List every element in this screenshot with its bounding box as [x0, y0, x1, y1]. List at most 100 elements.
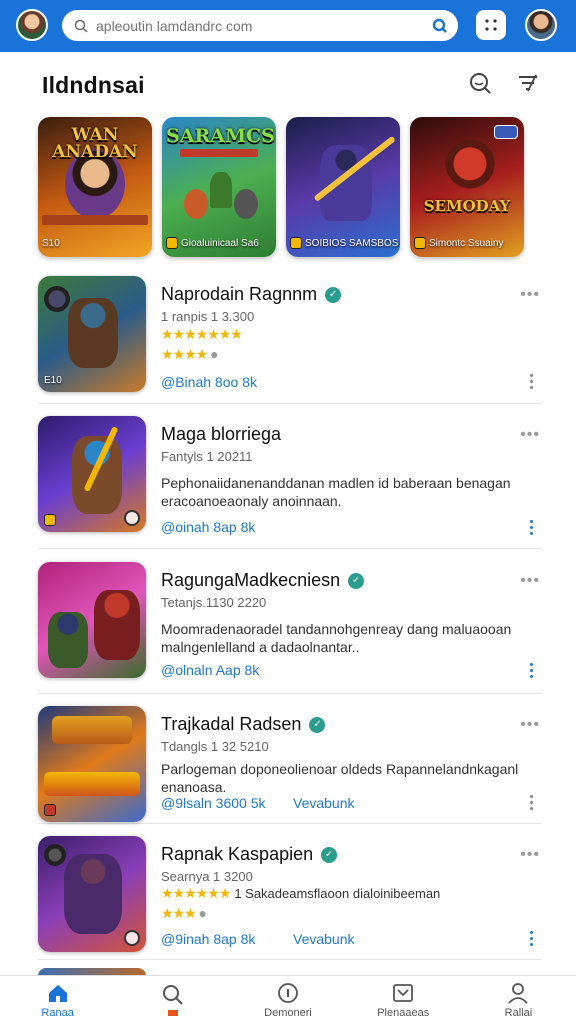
- kebab-icon[interactable]: [528, 931, 534, 946]
- bottom-nav: Ranaa Demoneri Plenaaeas Rallai: [0, 975, 576, 1024]
- featured-title: SARAMCS: [166, 125, 275, 147]
- more-icon[interactable]: •••: [520, 716, 540, 734]
- stars-value: ★★★: [161, 905, 197, 921]
- rating-stars: ★★★★★★★: [161, 326, 243, 342]
- nav-label: Rallai: [504, 1006, 533, 1019]
- featured-subtitle: Gioaluinicaal Sa6: [181, 237, 259, 249]
- featured-subtitle-row: Gioaluinicaal Sa6: [166, 237, 259, 249]
- app-name: Trajkadal Radsen: [161, 714, 302, 734]
- list-item[interactable]: E10 Naprodain Ragnnm ✓ ••• 1 ranpis 1 3.…: [38, 272, 542, 404]
- app-name-row: Trajkadal Radsen ✓: [161, 714, 326, 735]
- featured-banner: [42, 215, 148, 225]
- more-icon[interactable]: •••: [520, 846, 540, 864]
- badge-icon: [44, 514, 56, 526]
- profile-icon: [506, 982, 530, 1004]
- app-thumbnail[interactable]: [38, 416, 146, 532]
- kebab-icon[interactable]: [528, 520, 534, 535]
- more-icon[interactable]: •••: [520, 572, 540, 590]
- app-name-row: RagungaMadkecniesn ✓: [161, 570, 365, 591]
- app-link[interactable]: @oinah 8ap 8k: [161, 519, 255, 535]
- list-item[interactable]: Rapnak Kaspapien ✓ ••• Searnya 1 3200 ★★…: [38, 832, 542, 960]
- kebab-icon[interactable]: [528, 663, 534, 678]
- nav-profile[interactable]: Rallai: [461, 976, 576, 1024]
- featured-card[interactable]: SARAMCS Gioaluinicaal Sa6: [162, 117, 276, 257]
- app-link[interactable]: @Binah 8oo 8k: [161, 374, 257, 390]
- featured-subtitle-row: Simontc Ssuainy: [414, 237, 503, 249]
- app-meta: Tetanjs.1130 2220: [161, 595, 267, 610]
- nav-home[interactable]: Ranaa: [0, 976, 115, 1024]
- app-thumbnail[interactable]: [38, 562, 146, 678]
- nav-inbox[interactable]: Plenaaeas: [346, 976, 461, 1024]
- app-link[interactable]: @olnaln Aap 8k: [161, 662, 259, 678]
- app-name: RagungaMadkecniesn: [161, 570, 341, 590]
- app-meta: 1 ranpis 1 3.300: [161, 309, 255, 324]
- featured-subtitle-row: SOIBIOS SAMSBOS: [290, 237, 398, 249]
- featured-title: WAN ANADAN: [52, 125, 138, 162]
- featured-card[interactable]: WAN ANADAN S10: [38, 117, 152, 257]
- flag-icon: [167, 1010, 178, 1016]
- nav-label: Ranaa: [41, 1006, 74, 1019]
- more-icon[interactable]: •••: [520, 286, 540, 304]
- list-item[interactable]: Trajkadal Radsen ✓ ••• Tdangls 1 32 5210…: [38, 702, 542, 824]
- featured-card[interactable]: SOIBIOS SAMSBOS: [286, 117, 400, 257]
- app-description: Parlogeman doponeolienoar oldeds Rapanne…: [161, 761, 519, 795]
- search-bar[interactable]: [62, 10, 458, 41]
- app-thumbnail[interactable]: E10: [38, 276, 146, 392]
- search-submit-icon[interactable]: [430, 16, 450, 36]
- profile-avatar[interactable]: [525, 9, 557, 41]
- app-description: Pephonaiidanenanddanan madlen id baberaa…: [161, 475, 511, 509]
- half-star-icon: ●: [195, 905, 208, 921]
- list-item[interactable]: RagungaMadkecniesn ✓ ••• Tetanjs.1130 22…: [38, 558, 542, 694]
- featured-subtitle: S10: [42, 238, 60, 249]
- nav-info[interactable]: Demoneri: [230, 976, 345, 1024]
- app-meta: Fantyls 1 20211: [161, 449, 253, 464]
- app-name: Naprodain Ragnnm: [161, 284, 318, 304]
- nav-label: Plenaaeas: [377, 1006, 430, 1019]
- search-icon[interactable]: [467, 70, 493, 96]
- grid-icon: [485, 19, 497, 31]
- app-secondary-link[interactable]: Vevabunk: [293, 795, 355, 811]
- app-name-row: Maga blorriega: [161, 424, 281, 445]
- half-star-icon: ●: [207, 346, 219, 362]
- app-link[interactable]: @9inah 8ap 8k: [161, 931, 255, 947]
- filter-icon[interactable]: [515, 70, 541, 96]
- search-input[interactable]: [96, 17, 430, 34]
- corner-icon: [124, 510, 140, 526]
- featured-card[interactable]: SEMODAY Simontc Ssuainy: [410, 117, 524, 257]
- app-link[interactable]: @9lsaln 3600 5k: [161, 795, 266, 811]
- verified-icon: ✓: [325, 286, 342, 303]
- list-item[interactable]: Maga blorriega ••• Fantyls 1 20211 Pepho…: [38, 412, 542, 549]
- app-thumbnail[interactable]: [38, 836, 146, 952]
- badge-icon: [414, 237, 426, 249]
- featured-carousel: WAN ANADAN S10 SARAMCS Gioaluinicaal Sa6…: [38, 117, 544, 257]
- top-bar: [0, 0, 576, 52]
- app-thumbnail[interactable]: [38, 706, 146, 822]
- badge-icon: [166, 237, 178, 249]
- home-icon: [46, 982, 70, 1004]
- featured-subtitle: Simontc Ssuainy: [429, 237, 504, 249]
- nav-search[interactable]: [115, 976, 230, 1024]
- page-title: Ildndnsai: [42, 72, 145, 98]
- app-secondary-link[interactable]: Vevabunk: [293, 931, 355, 947]
- app-name-row: Rapnak Kaspapien ✓: [161, 844, 338, 865]
- verified-icon: ✓: [348, 572, 365, 589]
- rating-stars-secondary: ★★★★ ●: [161, 346, 219, 363]
- more-icon[interactable]: •••: [520, 426, 540, 444]
- nav-label: Demoneri: [264, 1006, 312, 1019]
- badge-icon: [44, 804, 56, 816]
- app-name-row: Naprodain Ragnnm ✓: [161, 284, 342, 305]
- search-icon: [161, 984, 185, 1006]
- stars-value: ★★★★: [161, 346, 208, 362]
- app-name: Maga blorriega: [161, 424, 282, 444]
- rating-stars: ★★★★★★ 1 Sakadeamsflaoon dialoinibeeman: [161, 885, 440, 902]
- apps-grid-button[interactable]: [476, 10, 506, 40]
- kebab-icon[interactable]: [528, 795, 534, 810]
- corner-icon: [124, 930, 140, 946]
- verified-icon: ✓: [309, 716, 326, 733]
- rating-stars-secondary: ★★★ ●: [161, 905, 208, 922]
- avatar[interactable]: [16, 9, 48, 41]
- app-meta: Searnya 1 3200: [161, 869, 253, 884]
- info-icon: [276, 982, 300, 1004]
- featured-title: SEMODAY: [423, 197, 511, 215]
- kebab-icon[interactable]: [528, 374, 534, 389]
